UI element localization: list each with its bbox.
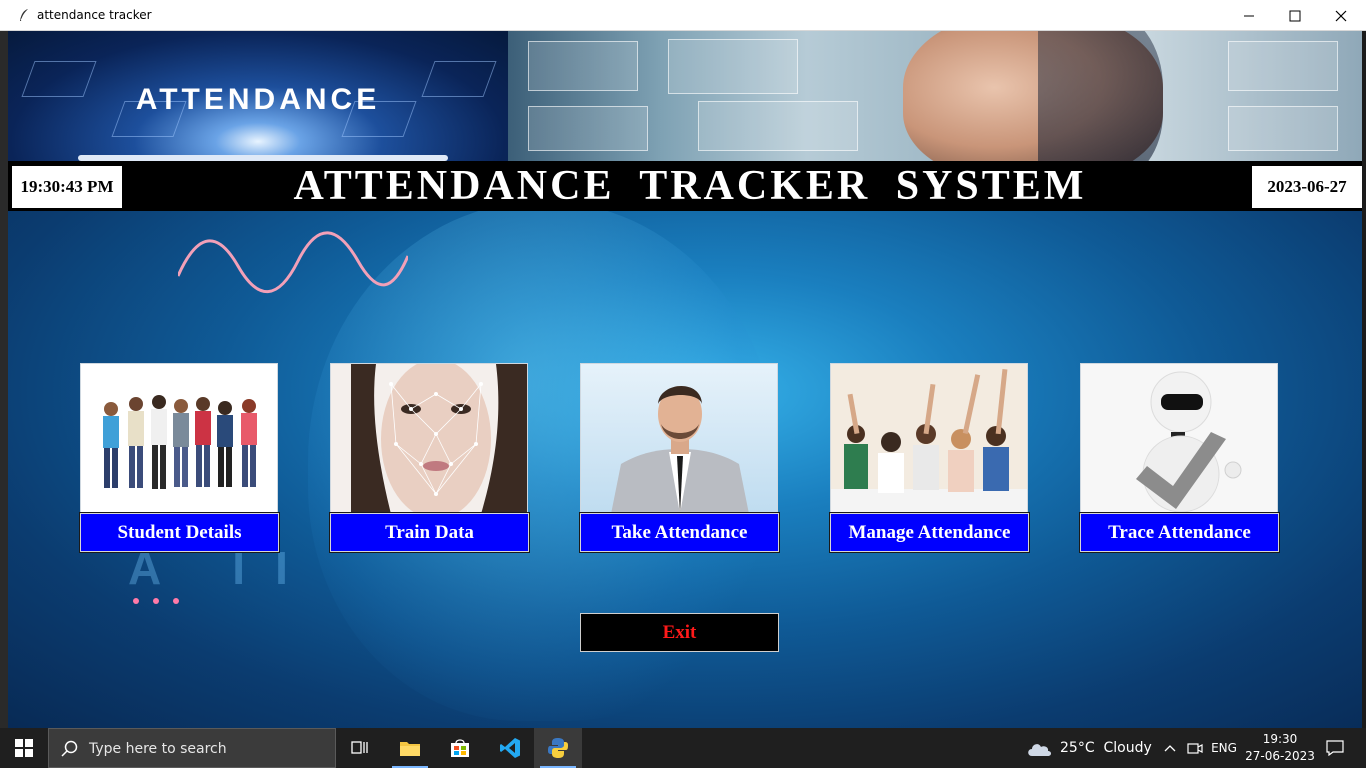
search-placeholder: Type here to search bbox=[89, 741, 227, 757]
face-mesh-photo-icon bbox=[331, 364, 527, 512]
window-titlebar: attendance tracker bbox=[0, 0, 1366, 31]
page-title: ATTENDANCE TRACKER SYSTEM bbox=[293, 163, 1087, 209]
language-indicator[interactable]: ENG bbox=[1208, 728, 1240, 768]
taskbar-search-box[interactable]: Type here to search bbox=[48, 728, 336, 768]
tech-panel bbox=[1228, 106, 1338, 151]
student-details-image[interactable] bbox=[80, 363, 278, 513]
tech-panel bbox=[698, 101, 858, 151]
store-button[interactable] bbox=[436, 728, 484, 768]
window-title: attendance tracker bbox=[37, 8, 152, 22]
train-data-image[interactable] bbox=[330, 363, 528, 513]
show-hidden-icons-button[interactable] bbox=[1160, 728, 1180, 768]
taskbar-time: 19:30 bbox=[1262, 732, 1298, 746]
maximize-icon bbox=[1289, 10, 1301, 21]
notification-icon bbox=[1326, 740, 1344, 756]
banner-logo-text: ATTENDANCE bbox=[135, 83, 381, 116]
camera-icon bbox=[1187, 743, 1203, 754]
cloud-icon bbox=[1028, 744, 1051, 756]
maximize-button[interactable] bbox=[1272, 0, 1318, 31]
python-app-button[interactable] bbox=[534, 728, 582, 768]
taskbar-date: 27-06-2023 bbox=[1245, 749, 1315, 763]
python-icon bbox=[548, 738, 568, 758]
start-button[interactable] bbox=[0, 728, 48, 768]
date-display: 2023-06-27 bbox=[1252, 166, 1362, 208]
vscode-button[interactable] bbox=[486, 728, 534, 768]
trace-attendance-image[interactable] bbox=[1080, 363, 1278, 513]
classroom-photo-icon bbox=[831, 364, 1027, 512]
tech-panel bbox=[668, 39, 798, 94]
close-button[interactable] bbox=[1318, 0, 1364, 31]
store-icon bbox=[451, 739, 469, 757]
person-photo-icon bbox=[581, 364, 777, 512]
exit-button[interactable]: Exit bbox=[580, 613, 779, 652]
search-icon bbox=[61, 740, 78, 757]
window-right-edge bbox=[1362, 31, 1366, 728]
train-data-button[interactable]: Train Data bbox=[329, 512, 530, 553]
window-left-edge bbox=[0, 31, 8, 728]
robot-checkmark-photo-icon bbox=[1081, 364, 1277, 512]
tech-panel bbox=[1228, 41, 1338, 91]
meet-now-button[interactable] bbox=[1184, 728, 1206, 768]
task-view-button[interactable] bbox=[336, 728, 384, 768]
taskbar-clock[interactable]: 19:30 27-06-2023 bbox=[1245, 731, 1315, 765]
student-details-button[interactable]: Student Details bbox=[79, 512, 280, 553]
feather-icon bbox=[20, 9, 28, 21]
face-recognition-banner-image bbox=[508, 31, 1362, 161]
manage-attendance-button[interactable]: Manage Attendance bbox=[829, 512, 1030, 553]
weather-widget[interactable]: 25°C Cloudy bbox=[1026, 728, 1152, 768]
manage-attendance-image[interactable] bbox=[830, 363, 1028, 513]
folder-icon bbox=[400, 742, 420, 756]
weather-text: 25°C Cloudy bbox=[1060, 740, 1152, 756]
task-view-icon bbox=[351, 741, 368, 754]
students-photo-icon bbox=[81, 364, 277, 512]
taskbar: Type here to search 25°C Cloudy ENG 19:3… bbox=[0, 728, 1366, 768]
tech-panel bbox=[528, 41, 638, 91]
trace-attendance-button[interactable]: Trace Attendance bbox=[1079, 512, 1280, 553]
dots-decoration bbox=[133, 598, 179, 604]
take-attendance-image[interactable] bbox=[580, 363, 778, 513]
windows-logo-icon bbox=[15, 739, 33, 757]
face-mesh-overlay bbox=[1038, 31, 1163, 161]
take-attendance-button[interactable]: Take Attendance bbox=[579, 512, 780, 553]
minimize-icon bbox=[1244, 15, 1254, 16]
close-icon bbox=[1335, 10, 1347, 21]
time-display: 19:30:43 PM bbox=[12, 166, 122, 208]
file-explorer-button[interactable] bbox=[386, 728, 434, 768]
attendance-banner-image: ATTENDANCE bbox=[8, 31, 508, 161]
sine-wave-decoration bbox=[178, 231, 408, 294]
vscode-icon bbox=[500, 738, 520, 758]
minimize-button[interactable] bbox=[1226, 0, 1272, 31]
tech-panel bbox=[528, 106, 648, 151]
notifications-button[interactable] bbox=[1320, 728, 1350, 768]
chevron-up-icon bbox=[1164, 745, 1176, 752]
